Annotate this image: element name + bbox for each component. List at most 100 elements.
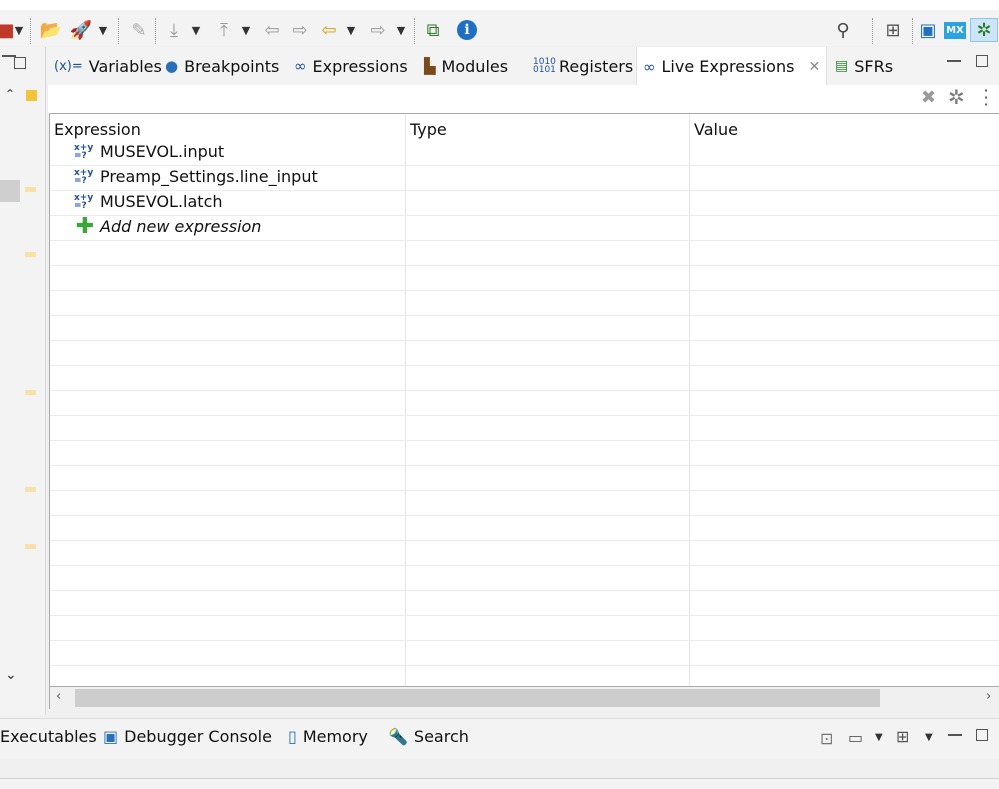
scroll-up-icon[interactable]: ⌃ bbox=[5, 87, 15, 101]
expression-name: MUSEVOL.latch bbox=[100, 192, 223, 211]
debug-perspective-icon[interactable]: ✲ bbox=[970, 18, 998, 42]
tab-registers[interactable]: 1010 0101 Registers bbox=[533, 47, 633, 85]
debugger-console-icon: ▣ bbox=[103, 727, 119, 746]
new-window-icon[interactable]: ⧉ bbox=[421, 18, 445, 42]
pin-icon[interactable]: ⊡ bbox=[820, 729, 833, 748]
tab-debugger-console[interactable]: ▣ Debugger Console bbox=[103, 727, 272, 746]
empty-row bbox=[50, 266, 999, 291]
table-row[interactable]: x+y =? MUSEVOL.input bbox=[50, 141, 999, 166]
expressions-icon: ∞ bbox=[294, 57, 307, 75]
edit-icon[interactable]: ✎ bbox=[126, 18, 152, 42]
empty-row bbox=[50, 466, 999, 491]
minimize-icon[interactable] bbox=[947, 60, 961, 62]
annotation-marker[interactable] bbox=[25, 187, 36, 192]
table-row[interactable]: x+y =? MUSEVOL.latch bbox=[50, 191, 999, 216]
empty-row bbox=[50, 566, 999, 591]
view-menu-icon[interactable]: · · · bbox=[981, 83, 991, 113]
maximize-icon[interactable] bbox=[976, 729, 988, 741]
modules-icon: ▙ bbox=[424, 57, 436, 75]
empty-row bbox=[50, 591, 999, 616]
sfrs-icon: ▤ bbox=[835, 58, 849, 74]
chevron-down-icon[interactable]: ▼ bbox=[345, 18, 357, 42]
tab-sfrs[interactable]: ▤ SFRs bbox=[835, 47, 893, 85]
launch-icon[interactable]: 🚀 bbox=[68, 18, 94, 42]
left-editor-strip: ⌃ ⌄ bbox=[0, 47, 46, 715]
scroll-thumb[interactable] bbox=[75, 689, 880, 707]
live-expressions-table: Expression Type Value x+y =? MUSEVOL.inpu… bbox=[49, 113, 999, 687]
column-header-value[interactable]: Value bbox=[694, 120, 738, 139]
column-header-type[interactable]: Type bbox=[410, 120, 447, 139]
expression-name: Preamp_Settings.line_input bbox=[100, 167, 318, 186]
empty-row bbox=[50, 341, 999, 366]
horizontal-scrollbar[interactable]: ‹ › bbox=[49, 687, 999, 709]
forward-icon[interactable]: ⇨ bbox=[366, 18, 390, 42]
empty-row bbox=[50, 541, 999, 566]
empty-row bbox=[50, 666, 999, 686]
status-bar bbox=[0, 778, 999, 789]
empty-row bbox=[50, 391, 999, 416]
overview-marker[interactable] bbox=[26, 90, 37, 101]
annotation-marker[interactable] bbox=[25, 252, 36, 257]
open-perspective-icon[interactable]: ⊞ bbox=[880, 18, 906, 42]
empty-row bbox=[50, 366, 999, 391]
tab-variables[interactable]: (x)= Variables bbox=[54, 47, 162, 85]
info-icon[interactable]: i bbox=[455, 18, 479, 42]
next-edit-icon[interactable]: ⇨ bbox=[288, 18, 312, 42]
empty-row bbox=[50, 516, 999, 541]
open-folder-icon[interactable]: 📂 bbox=[38, 18, 64, 42]
cubemx-perspective-icon[interactable]: MX bbox=[944, 18, 966, 42]
expression-name: MUSEVOL.input bbox=[100, 142, 225, 161]
maximize-icon[interactable] bbox=[976, 55, 988, 67]
debug-views-tabbar: (x)= Variables ● Breakpoints ∞ Expressio… bbox=[47, 47, 999, 86]
annotation-marker[interactable] bbox=[25, 544, 36, 549]
column-header-expression[interactable]: Expression bbox=[54, 120, 141, 139]
chevron-down-icon[interactable]: ▼ bbox=[13, 18, 25, 42]
close-icon[interactable]: ✕ bbox=[808, 59, 820, 75]
search-icon[interactable]: ⚲ bbox=[830, 18, 856, 42]
annotation-marker[interactable] bbox=[25, 487, 36, 492]
display-icon[interactable]: ▭ bbox=[848, 728, 863, 747]
tab-executables[interactable]: Executables bbox=[0, 727, 97, 746]
chevron-down-icon[interactable]: ▼ bbox=[925, 732, 933, 743]
expression-icon: x+y =? bbox=[74, 167, 94, 186]
empty-row bbox=[50, 491, 999, 516]
scroll-right-icon[interactable]: › bbox=[986, 689, 991, 704]
new-view-icon[interactable]: ⊞ bbox=[896, 727, 909, 746]
scroll-down-icon[interactable]: ⌄ bbox=[5, 667, 17, 683]
tab-search[interactable]: 🔦 Search bbox=[388, 727, 469, 746]
remove-icon[interactable]: ✖ bbox=[921, 87, 936, 108]
add-expression-row[interactable]: ✚ Add new expression bbox=[50, 215, 999, 241]
table-row[interactable]: x+y =? Preamp_Settings.line_input bbox=[50, 166, 999, 191]
chevron-down-icon[interactable]: ▼ bbox=[240, 18, 252, 42]
back-icon[interactable]: ⇦ bbox=[317, 18, 341, 42]
empty-row bbox=[50, 616, 999, 641]
main-toolbar: ■ ▼ 📂 🚀 ▼ ✎ ⤓ ▼ ⤒ ▼ ⇦ ⇨ ⇦ ▼ ⇨ ▼ ⧉ i ⚲ ⊞ … bbox=[0, 0, 999, 46]
empty-row bbox=[50, 291, 999, 316]
stop-icon[interactable]: ■ bbox=[0, 18, 15, 42]
chevron-down-icon[interactable]: ▼ bbox=[395, 18, 407, 42]
step-return-icon[interactable]: ⤒ bbox=[212, 18, 236, 42]
memory-icon: ▯ bbox=[288, 727, 297, 746]
table-header: Expression Type Value bbox=[50, 114, 999, 139]
empty-row bbox=[50, 241, 999, 266]
tab-breakpoints[interactable]: ● Breakpoints bbox=[165, 47, 279, 85]
annotation-marker[interactable] bbox=[25, 390, 36, 395]
tab-live-expressions[interactable]: ∞ Live Expressions ✕ bbox=[636, 47, 827, 86]
empty-row bbox=[50, 416, 999, 441]
maximize-icon[interactable] bbox=[14, 57, 26, 69]
c-perspective-icon[interactable]: ▣ bbox=[916, 18, 940, 42]
chevron-down-icon[interactable]: ▼ bbox=[875, 732, 883, 743]
chevron-down-icon[interactable]: ▼ bbox=[97, 18, 109, 42]
registers-icon: 1010 0101 bbox=[533, 57, 556, 75]
minimize-icon[interactable] bbox=[948, 734, 962, 736]
chevron-down-icon[interactable]: ▼ bbox=[190, 18, 202, 42]
remove-all-icon[interactable]: ✲ bbox=[948, 85, 965, 109]
tab-modules[interactable]: ▙ Modules bbox=[424, 47, 508, 85]
scroll-left-icon[interactable]: ‹ bbox=[56, 689, 61, 704]
bottom-views-tabbar: Executables ▣ Debugger Console ▯ Memory … bbox=[0, 718, 999, 759]
step-into-icon[interactable]: ⤓ bbox=[162, 18, 186, 42]
scroll-thumb[interactable] bbox=[0, 180, 20, 202]
tab-expressions[interactable]: ∞ Expressions bbox=[294, 47, 408, 85]
tab-memory[interactable]: ▯ Memory bbox=[288, 727, 368, 746]
prev-edit-icon[interactable]: ⇦ bbox=[260, 18, 284, 42]
